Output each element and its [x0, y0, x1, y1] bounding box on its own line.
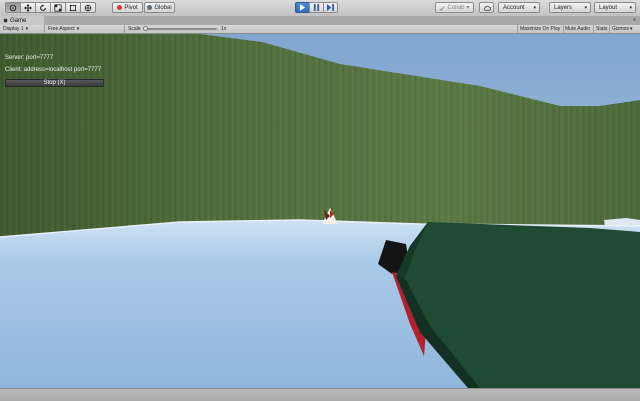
pivot-label: Pivot	[124, 4, 138, 11]
chevron-down-icon: ▾	[584, 4, 587, 11]
layers-dropdown[interactable]: Layers ▾	[549, 2, 591, 13]
chevron-down-icon: ▾	[533, 4, 536, 11]
scale-tool-button[interactable]	[50, 2, 66, 13]
pivot-icon	[117, 5, 123, 10]
pivot-toggle-button[interactable]: Pivot	[112, 2, 143, 13]
rotate-icon	[40, 3, 46, 11]
step-icon	[327, 4, 334, 11]
stats-toggle[interactable]: Stats	[596, 25, 607, 33]
status-bar	[0, 388, 640, 401]
global-toggle-button[interactable]: Global	[144, 2, 175, 13]
global-label: Global	[154, 4, 172, 11]
scale-slider-track[interactable]	[145, 28, 217, 30]
scale-icon	[54, 3, 62, 12]
rotate-tool-button[interactable]	[35, 2, 51, 13]
chevron-down-icon: ▾	[629, 4, 632, 11]
cloud-icon	[483, 5, 491, 11]
display-label: Display 1	[3, 26, 24, 32]
layout-label: Layout	[599, 4, 618, 11]
divider	[563, 25, 564, 33]
divider	[593, 25, 594, 33]
transform-tool-button[interactable]	[80, 2, 96, 13]
account-dropdown[interactable]: Account ▾	[498, 2, 540, 13]
transform-icon	[84, 4, 92, 11]
transform-tools	[5, 2, 96, 13]
mute-audio-toggle[interactable]: Mute Audio	[565, 25, 590, 33]
divider	[517, 25, 518, 33]
pause-button[interactable]	[309, 2, 324, 13]
divider	[609, 25, 610, 33]
rect-transform-icon	[69, 4, 77, 11]
tab-bar: Game ≡	[0, 16, 640, 25]
divider	[44, 25, 45, 33]
collab-label: Collab	[447, 4, 465, 11]
playback-controls	[295, 2, 338, 13]
tab-menu-icon[interactable]: ≡	[633, 17, 636, 23]
cloud-check-icon	[439, 5, 446, 11]
divider	[124, 25, 125, 33]
tab-game[interactable]: Game	[0, 16, 44, 25]
client-status-text: Client: address=localhost port=7777	[5, 67, 102, 73]
layout-dropdown[interactable]: Layout ▾	[594, 2, 636, 13]
play-icon	[299, 4, 306, 11]
scale-value: 1x	[221, 26, 227, 32]
chevron-down-icon: ▾	[25, 26, 29, 32]
game-view-toolbar: Display 1 ▾ Free Aspect ▾ Scale 1x Maxim…	[0, 25, 640, 34]
hand-icon	[9, 4, 17, 11]
rect-tool-button[interactable]	[65, 2, 81, 13]
scale-label: Scale	[128, 26, 141, 32]
globe-icon	[147, 5, 153, 10]
account-label: Account	[503, 4, 525, 11]
tab-game-label: Game	[10, 17, 27, 24]
aspect-dropdown[interactable]: Free Aspect ▾	[48, 25, 79, 33]
server-status-text: Server: port=7777	[5, 55, 54, 61]
maximize-on-play-toggle[interactable]: Maximize On Play	[520, 25, 560, 33]
play-button[interactable]	[295, 2, 310, 13]
game-scene	[0, 34, 640, 388]
cloud-button[interactable]	[479, 2, 494, 13]
move-tool-button[interactable]	[20, 2, 36, 13]
game-viewport[interactable]: Server: port=7777 Client: address=localh…	[0, 34, 640, 388]
chevron-down-icon: ▾	[629, 26, 633, 32]
aspect-label: Free Aspect	[48, 26, 75, 32]
chevron-down-icon: ▾	[466, 5, 470, 11]
game-controller-icon	[3, 18, 8, 23]
display-dropdown[interactable]: Display 1 ▾	[3, 25, 28, 33]
move-icon	[24, 3, 32, 12]
collab-dropdown[interactable]: Collab ▾	[435, 2, 474, 13]
hand-tool-button[interactable]	[5, 2, 21, 13]
layers-label: Layers	[554, 4, 573, 11]
chevron-down-icon: ▾	[76, 26, 80, 32]
step-button[interactable]	[323, 2, 338, 13]
gizmos-dropdown[interactable]: Gizmos ▾	[612, 25, 632, 33]
gizmos-label: Gizmos	[612, 26, 629, 32]
main-toolbar: Pivot Global Collab ▾ Account ▾ Layers ▾…	[0, 0, 640, 17]
stop-button[interactable]: Stop (X)	[5, 79, 104, 87]
pause-icon	[313, 4, 320, 11]
scale-slider-knob[interactable]	[143, 26, 148, 31]
